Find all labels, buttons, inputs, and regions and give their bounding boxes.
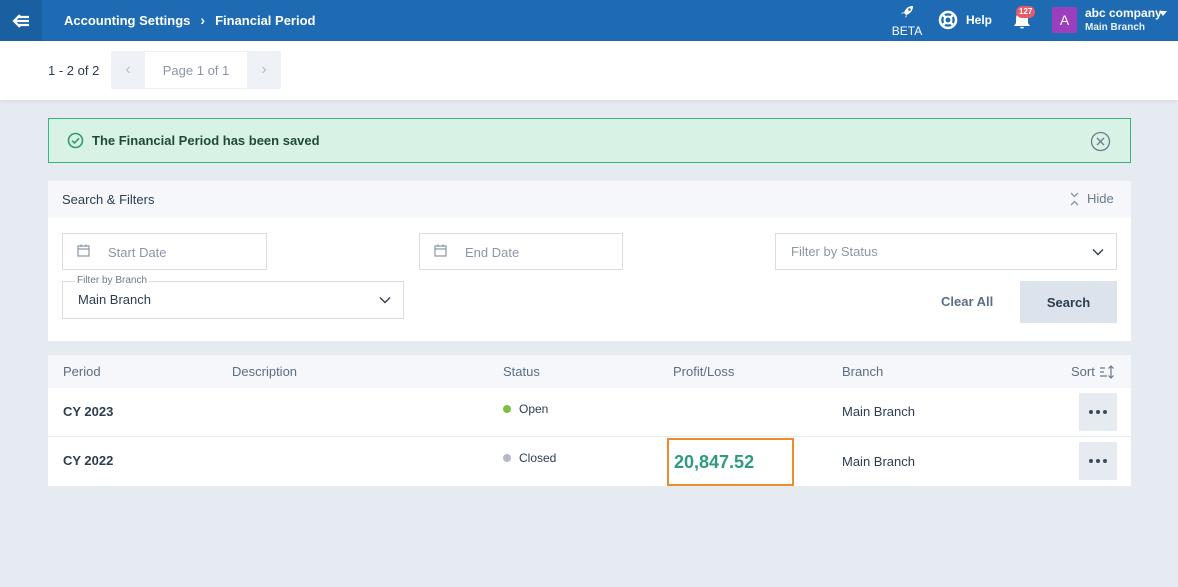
rocket-icon (901, 6, 913, 18)
sort-icon (1099, 364, 1114, 379)
end-date-placeholder: End Date (465, 245, 520, 260)
chevron-left-icon: ‹ (125, 61, 131, 78)
chevron-right-icon: › (200, 12, 206, 28)
status-label: Open (519, 402, 549, 416)
status-filter-select[interactable]: Filter by Status (775, 233, 1117, 270)
branch-filter-label: Filter by Branch (75, 275, 150, 286)
top-navigation-bar: Accounting Settings › Financial Period B… (0, 0, 1178, 41)
pager: ‹ Page 1 of 1 › (111, 51, 281, 89)
avatar[interactable]: A (1052, 7, 1077, 33)
close-circle-icon[interactable] (1090, 131, 1111, 152)
chevron-down-icon (1092, 249, 1104, 256)
branch-filter-value: Main Branch (78, 292, 151, 307)
filters-title: Search & Filters (62, 192, 155, 207)
column-header-description: Description (232, 364, 298, 379)
check-circle-icon (67, 132, 84, 149)
help-label: Help (966, 13, 993, 27)
status-dot-open (503, 405, 511, 413)
pagination-bar: 1 - 2 of 2 ‹ Page 1 of 1 › (0, 41, 1178, 100)
table-row[interactable]: CY 2022 Closed 20,847.52 Main Branch (48, 437, 1131, 486)
more-horizontal-icon (1089, 410, 1107, 414)
start-date-placeholder: Start Date (108, 245, 167, 260)
sort-button[interactable]: Sort (1071, 364, 1115, 379)
hide-filters-button[interactable]: Hide (1070, 191, 1114, 206)
sort-label: Sort (1071, 364, 1095, 379)
notification-badge: 127 (1016, 6, 1036, 18)
profit-loss-highlight: 20,847.52 (667, 438, 794, 486)
status-cell: Closed (503, 451, 556, 465)
column-header-profit-loss: Profit/Loss (673, 364, 735, 379)
table-row[interactable]: CY 2023 Open Main Branch (48, 388, 1131, 437)
branch-filter-select[interactable]: Filter by Branch Main Branch (62, 275, 404, 319)
filters-header: Search & Filters Hide (48, 181, 1131, 218)
beta-label: BETA (891, 24, 923, 38)
status-label: Closed (519, 451, 557, 465)
table-header: Period Description Status Profit/Loss Br… (48, 355, 1131, 388)
branch-cell: Main Branch (842, 404, 915, 419)
more-horizontal-icon (1089, 459, 1107, 463)
record-range: 1 - 2 of 2 (48, 63, 100, 78)
company-name[interactable]: abc company (1085, 6, 1162, 20)
next-page-button[interactable]: › (247, 51, 281, 89)
status-filter-placeholder: Filter by Status (791, 244, 878, 259)
page-indicator: Page 1 of 1 (145, 51, 247, 89)
period-cell: CY 2023 (63, 404, 114, 419)
breadcrumb-financial-period: Financial Period (215, 12, 316, 28)
caret-down-icon[interactable] (1159, 11, 1167, 16)
clear-all-button[interactable]: Clear All (941, 294, 993, 309)
chevron-right-icon: › (261, 61, 267, 78)
calendar-icon (434, 244, 447, 257)
period-cell: CY 2022 (63, 453, 114, 468)
financial-periods-table: Period Description Status Profit/Loss Br… (48, 355, 1131, 486)
success-alert: The Financial Period has been saved (48, 118, 1131, 163)
column-header-branch: Branch (842, 364, 884, 379)
chevron-down-icon (379, 297, 391, 304)
column-header-status: Status (503, 364, 540, 379)
status-cell: Open (503, 402, 548, 416)
lifebuoy-icon (938, 10, 958, 30)
profit-loss-cell: 20,847.52 (674, 451, 755, 472)
search-button[interactable]: Search (1020, 281, 1117, 323)
calendar-icon (77, 244, 90, 257)
company-branch: Main Branch (1085, 22, 1146, 33)
collapse-icon (1070, 192, 1079, 205)
search-filters-panel: Search & Filters Hide Start Date End Dat… (48, 181, 1131, 341)
alert-message: The Financial Period has been saved (92, 133, 320, 148)
help-button[interactable]: Help (938, 10, 992, 30)
previous-page-button[interactable]: ‹ (111, 51, 145, 89)
column-header-period: Period (63, 364, 101, 379)
hide-label: Hide (1087, 191, 1114, 206)
end-date-input[interactable]: End Date (419, 233, 623, 270)
beta-button[interactable]: BETA (890, 4, 924, 38)
breadcrumb: Accounting Settings › Financial Period (64, 12, 315, 28)
branch-cell: Main Branch (842, 454, 915, 469)
row-actions-button[interactable] (1079, 442, 1117, 480)
breadcrumb-accounting-settings[interactable]: Accounting Settings (64, 13, 190, 28)
start-date-input[interactable]: Start Date (62, 233, 267, 270)
back-arrow-icon[interactable] (0, 0, 42, 41)
row-actions-button[interactable] (1079, 393, 1117, 431)
status-dot-closed (503, 454, 511, 462)
